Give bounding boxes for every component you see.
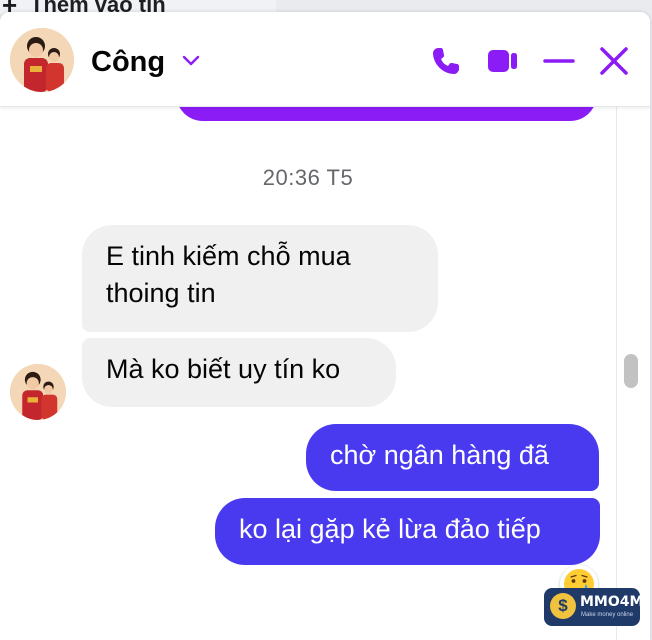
minimize-icon[interactable] bbox=[542, 44, 576, 78]
scrollbar-thumb[interactable] bbox=[624, 354, 638, 388]
message-list: 20:36 T5 E tinh kiếm chỗ mua thoing tin … bbox=[0, 107, 616, 640]
phone-icon[interactable] bbox=[429, 44, 463, 78]
incoming-message[interactable]: Mà ko biết uy tín ko bbox=[82, 338, 396, 407]
watermark-logo: $ MMO4ME Make money online bbox=[544, 588, 640, 626]
outgoing-message[interactable]: chờ ngân hàng đã bbox=[306, 424, 599, 491]
sender-avatar[interactable] bbox=[10, 364, 66, 420]
previous-outgoing-bubble[interactable] bbox=[176, 107, 597, 121]
outgoing-message[interactable]: ko lại gặp kẻ lừa đảo tiếp bbox=[215, 498, 600, 565]
close-icon[interactable] bbox=[597, 44, 631, 78]
chevron-down-icon[interactable] bbox=[180, 50, 202, 72]
message-timestamp: 20:36 T5 bbox=[262, 165, 354, 190]
video-icon[interactable] bbox=[486, 44, 520, 78]
contact-name[interactable]: Công bbox=[91, 46, 165, 79]
chat-header: Công bbox=[0, 12, 650, 107]
contact-avatar[interactable] bbox=[10, 28, 74, 92]
incoming-message[interactable]: E tinh kiếm chỗ mua thoing tin bbox=[82, 225, 438, 332]
watermark-title: MMO4ME bbox=[580, 594, 640, 610]
chat-window: Công 20:36 T5 E tinh kiếm chỗ mua thoing… bbox=[0, 12, 650, 640]
watermark-subtitle: Make money online bbox=[581, 612, 634, 618]
dollar-coin-icon: $ bbox=[550, 593, 576, 619]
